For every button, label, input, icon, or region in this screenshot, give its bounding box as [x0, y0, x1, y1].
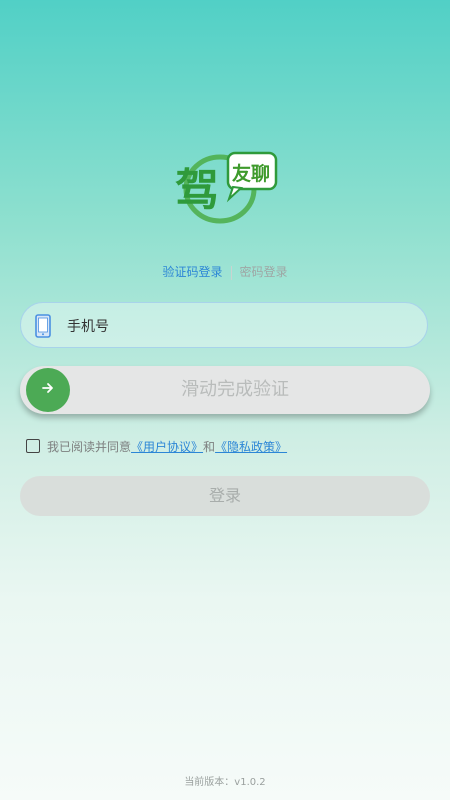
phone-input[interactable] — [65, 311, 409, 343]
agreement-prefix: 我已阅读并同意 — [47, 439, 132, 454]
slide-verify-track[interactable]: 滑动完成验证 — [20, 366, 430, 414]
arrow-right-icon — [40, 380, 56, 400]
agreement-and: 和 — [203, 439, 216, 454]
agreement-checkbox[interactable] — [26, 439, 40, 453]
privacy-policy-link[interactable]: 《隐私政策》 — [215, 438, 287, 455]
tab-code-login[interactable]: 验证码登录 — [154, 263, 230, 280]
logo-secondary: 友聊 — [232, 162, 270, 185]
user-agreement-link[interactable]: 《用户协议》 — [131, 438, 203, 455]
login-button[interactable]: 登录 — [20, 476, 430, 516]
login-mode-tabs: 验证码登录 密码登录 — [0, 263, 450, 280]
phone-field[interactable] — [20, 302, 428, 348]
tab-password-login[interactable]: 密码登录 — [232, 263, 296, 280]
phone-icon — [35, 314, 51, 338]
app-logo: 驾 友聊 — [173, 147, 279, 227]
version-text: 当前版本：v1.0.2 — [184, 777, 266, 788]
slide-verify-label: 滑动完成验证 — [181, 379, 289, 400]
agreement-row: 我已阅读并同意 《用户协议》 和 《隐私政策》 — [26, 438, 287, 454]
slide-verify-handle[interactable] — [26, 368, 70, 412]
logo-main-char: 驾 — [175, 165, 219, 216]
